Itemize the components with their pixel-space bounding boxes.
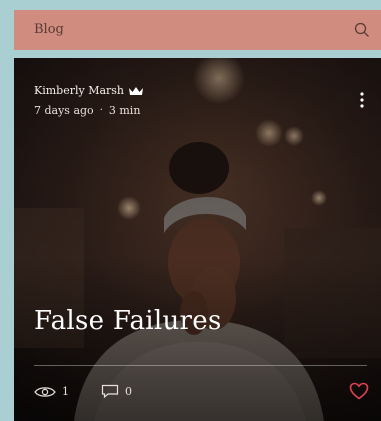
post-meta: 7 days ago · 3 min — [34, 104, 140, 117]
divider — [34, 365, 367, 366]
comments-stat[interactable]: 0 — [101, 384, 132, 399]
post-author[interactable]: Kimberly Marsh — [34, 84, 144, 97]
heart-icon[interactable] — [349, 382, 369, 400]
meta-separator: · — [99, 105, 103, 116]
views-count: 1 — [62, 385, 69, 398]
post-title[interactable]: False Failures — [34, 306, 222, 336]
comments-count: 0 — [125, 385, 132, 398]
search-icon[interactable] — [353, 21, 371, 39]
post-age: 7 days ago — [34, 104, 94, 117]
blog-header: Blog — [14, 10, 381, 50]
eye-icon — [34, 386, 56, 397]
author-name[interactable]: Kimberly Marsh — [34, 84, 124, 97]
views-stat: 1 — [34, 385, 69, 398]
more-vertical-icon[interactable] — [360, 92, 364, 108]
post-card[interactable]: Kimberly Marsh 7 days ago · 3 min False … — [14, 58, 381, 421]
post-stats: 1 0 — [34, 384, 132, 399]
blog-title[interactable]: Blog — [34, 22, 64, 37]
crown-icon — [129, 86, 144, 95]
comment-icon[interactable] — [101, 384, 119, 399]
read-time: 3 min — [108, 104, 141, 117]
